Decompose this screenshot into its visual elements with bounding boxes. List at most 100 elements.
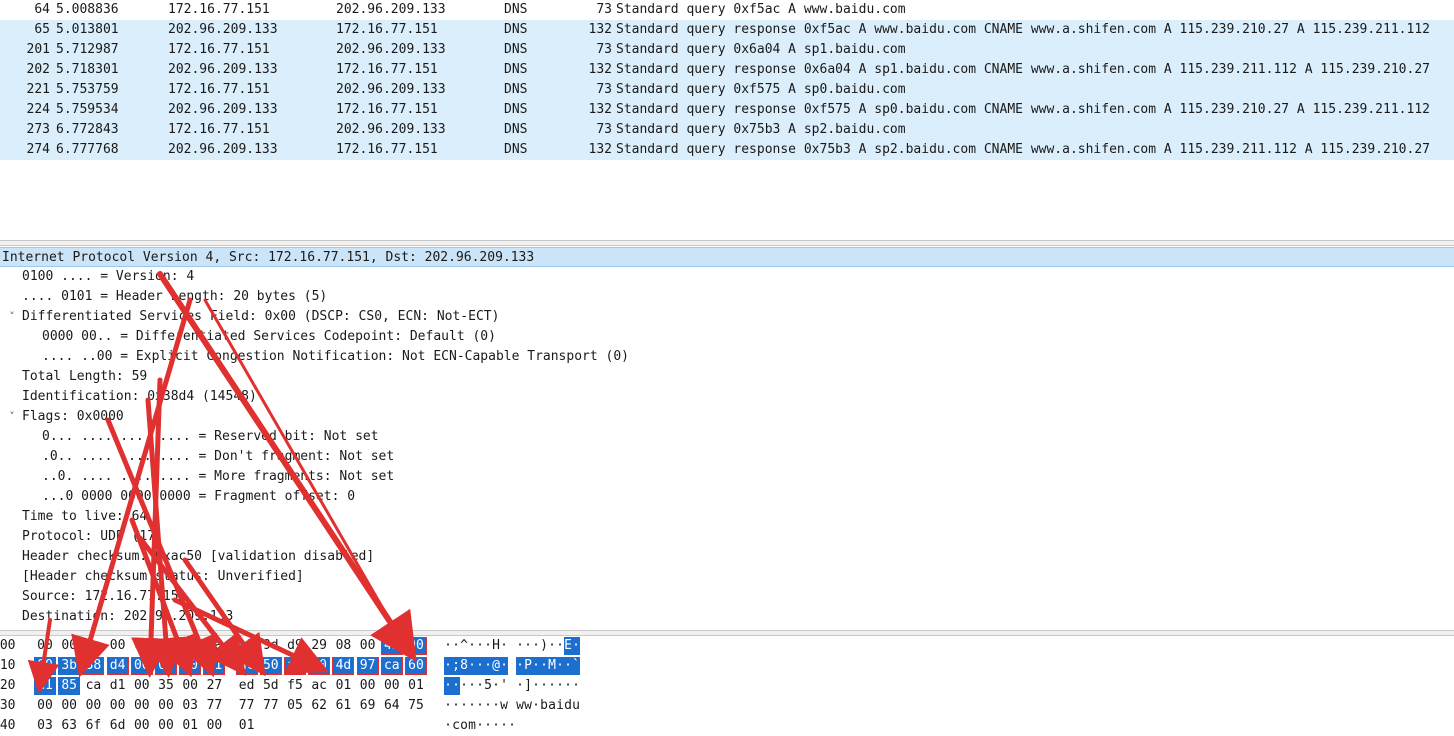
- hex-byte[interactable]: ac: [308, 677, 330, 695]
- hex-byte[interactable]: a2: [236, 637, 258, 655]
- packet-row[interactable]: 221 5.753759 172.16.77.151 202.96.209.133 DN…: [0, 80, 1454, 100]
- hex-byte[interactable]: 03: [179, 697, 201, 715]
- hex-byte[interactable]: 00: [34, 657, 56, 675]
- packet-row[interactable]: 201 5.712987 172.16.77.151 202.96.209.133 DN…: [0, 40, 1454, 60]
- hex-byte[interactable]: 38: [179, 637, 201, 655]
- hex-byte[interactable]: 27: [203, 677, 225, 695]
- hex-byte[interactable]: 85: [58, 677, 81, 695]
- hex-byte[interactable]: 6d: [107, 717, 129, 735]
- detail-row[interactable]: 0100 .... = Version: 4: [0, 267, 1454, 287]
- hex-byte[interactable]: 77: [236, 697, 258, 715]
- detail-row[interactable]: .0.. .... .... .... = Don't fragment: No…: [0, 447, 1454, 467]
- hex-byte[interactable]: ca: [82, 677, 104, 695]
- hex-byte[interactable]: ca: [380, 657, 403, 675]
- hex-byte[interactable]: 8a: [203, 637, 225, 655]
- hex-byte[interactable]: 69: [357, 697, 379, 715]
- hex-byte[interactable]: 62: [308, 697, 330, 715]
- hex-row[interactable]: 00000005e0001d4388aa29dd92908004500··^··…: [0, 636, 1454, 656]
- hex-byte[interactable]: ed: [236, 677, 258, 695]
- hex-byte[interactable]: 63: [58, 717, 80, 735]
- hex-byte[interactable]: 75: [405, 697, 427, 715]
- hex-byte[interactable]: 00: [107, 697, 129, 715]
- hex-byte[interactable]: 01: [236, 717, 258, 735]
- packet-row[interactable]: 274 6.777768 202.96.209.133 172.16.77.151 DN…: [0, 140, 1454, 160]
- hex-byte[interactable]: 01: [131, 637, 153, 655]
- packet-row[interactable]: 202 5.718301 202.96.209.133 172.16.77.151 DN…: [0, 60, 1454, 80]
- hex-byte[interactable]: 00: [34, 697, 56, 715]
- detail-row[interactable]: ˅ Differentiated Services Field: 0x00 (DS…: [0, 307, 1454, 327]
- detail-row[interactable]: Source: 172.16.77.151: [0, 587, 1454, 607]
- packet-bytes-pane[interactable]: 00000005e0001d4388aa29dd92908004500··^··…: [0, 636, 1454, 733]
- hex-byte[interactable]: d9: [284, 637, 306, 655]
- hex-byte[interactable]: 00: [130, 657, 153, 675]
- detail-row[interactable]: 0000 00.. = Differentiated Services Code…: [0, 327, 1454, 347]
- pane-splitter-top[interactable]: [0, 240, 1454, 246]
- detail-row[interactable]: Internet Protocol Version 4, Src: 172.16…: [0, 247, 1454, 267]
- detail-row[interactable]: Total Length: 59: [0, 367, 1454, 387]
- hex-byte[interactable]: 11: [203, 657, 226, 675]
- detail-row[interactable]: 0... .... .... .... = Reserved bit: Not …: [0, 427, 1454, 447]
- hex-byte[interactable]: 3b: [58, 657, 81, 675]
- hex-byte[interactable]: 77: [260, 697, 282, 715]
- hex-byte[interactable]: d4: [155, 637, 177, 655]
- hex-byte[interactable]: 40: [179, 657, 202, 675]
- hex-byte[interactable]: 00: [107, 637, 129, 655]
- hex-byte[interactable]: 4d: [332, 657, 355, 675]
- chevron-down-icon[interactable]: ˅: [6, 307, 18, 327]
- hex-byte[interactable]: ac: [284, 657, 306, 675]
- hex-byte[interactable]: ac: [235, 657, 258, 675]
- detail-row[interactable]: .... 0101 = Header Length: 20 bytes (5): [0, 287, 1454, 307]
- hex-byte[interactable]: 00: [131, 677, 153, 695]
- hex-byte[interactable]: 01: [332, 677, 354, 695]
- detail-row[interactable]: .... ..00 = Explicit Congestion Notifica…: [0, 347, 1454, 367]
- hex-byte[interactable]: 45: [380, 637, 403, 655]
- hex-byte[interactable]: 35: [155, 677, 177, 695]
- hex-byte[interactable]: 50: [259, 657, 282, 675]
- hex-byte[interactable]: d1: [34, 677, 56, 695]
- hex-byte[interactable]: 00: [34, 637, 56, 655]
- hex-byte[interactable]: 5d: [260, 677, 282, 695]
- hex-byte[interactable]: 00: [155, 717, 177, 735]
- hex-byte[interactable]: 00: [155, 697, 177, 715]
- detail-row[interactable]: Destination: 202.96.209.133: [0, 607, 1454, 627]
- detail-row[interactable]: ˅ Flags: 0x0000: [0, 407, 1454, 427]
- hex-byte[interactable]: 97: [356, 657, 379, 675]
- hex-byte[interactable]: 00: [58, 637, 80, 655]
- hex-byte[interactable]: 00: [357, 637, 379, 655]
- hex-byte[interactable]: 00: [155, 657, 177, 675]
- detail-row[interactable]: Identification: 0x38d4 (14548): [0, 387, 1454, 407]
- detail-row[interactable]: [Header checksum status: Unverified]: [0, 567, 1454, 587]
- hex-byte[interactable]: 77: [203, 697, 225, 715]
- hex-row[interactable]: 03000000000000003777777056261696475·····…: [0, 696, 1454, 716]
- hex-byte[interactable]: 60: [405, 657, 427, 675]
- hex-byte[interactable]: 08: [332, 637, 354, 655]
- hex-byte[interactable]: 5e: [82, 637, 104, 655]
- hex-byte[interactable]: 38: [82, 657, 105, 675]
- hex-byte[interactable]: 00: [203, 717, 225, 735]
- hex-byte[interactable]: 00: [131, 717, 153, 735]
- detail-row[interactable]: Header checksum: 0xac50 [validation disa…: [0, 547, 1454, 567]
- detail-row[interactable]: Time to live: 64: [0, 507, 1454, 527]
- hex-byte[interactable]: 00: [58, 697, 80, 715]
- hex-byte[interactable]: 64: [381, 697, 403, 715]
- hex-byte[interactable]: 9d: [260, 637, 282, 655]
- packet-list-pane[interactable]: 64 5.008836 172.16.77.151 202.96.209.133 DNS…: [0, 0, 1454, 240]
- packet-row[interactable]: 273 6.772843 172.16.77.151 202.96.209.133 DN…: [0, 120, 1454, 140]
- hex-byte[interactable]: 00: [179, 677, 201, 695]
- hex-byte[interactable]: 00: [381, 677, 403, 695]
- packet-details-pane[interactable]: Internet Protocol Version 4, Src: 172.16…: [0, 247, 1454, 630]
- hex-byte[interactable]: 61: [332, 697, 354, 715]
- detail-row[interactable]: Protocol: UDP (17): [0, 527, 1454, 547]
- packet-row[interactable]: 224 5.759534 202.96.209.133 172.16.77.151 DN…: [0, 100, 1454, 120]
- hex-row[interactable]: 04003636f6d0000010001·com·····: [0, 716, 1454, 736]
- detail-row[interactable]: ..0. .... .... .... = More fragments: No…: [0, 467, 1454, 487]
- hex-byte[interactable]: 00: [131, 697, 153, 715]
- hex-byte[interactable]: 01: [405, 677, 427, 695]
- hex-byte[interactable]: d1: [107, 677, 129, 695]
- hex-row[interactable]: 010003b38d400004011ac50ac104d97ca60·;8··…: [0, 656, 1454, 676]
- hex-byte[interactable]: f5: [284, 677, 306, 695]
- hex-byte[interactable]: 03: [34, 717, 56, 735]
- hex-byte[interactable]: 10: [308, 657, 331, 675]
- packet-row[interactable]: 64 5.008836 172.16.77.151 202.96.209.133 DNS…: [0, 0, 1454, 20]
- hex-row[interactable]: 020d185cad100350027ed5df5ac01000001·····…: [0, 676, 1454, 696]
